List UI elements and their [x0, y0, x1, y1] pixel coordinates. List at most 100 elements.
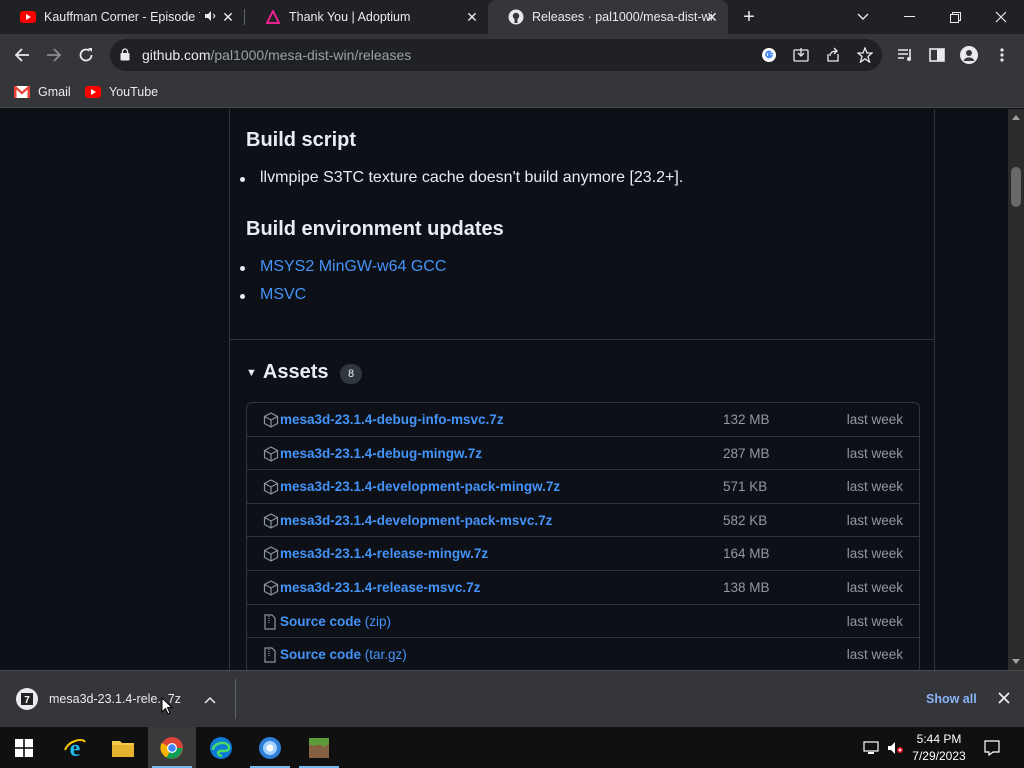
scroll-down-arrow[interactable] [1012, 659, 1020, 664]
show-all-button[interactable]: Show all [926, 692, 977, 706]
address-bar[interactable]: github.com/pal1000/mesa-dist-win/release… [110, 39, 882, 71]
start-button[interactable] [0, 727, 48, 768]
google-lens-icon[interactable] [760, 46, 778, 64]
release-card: Build script llvmpipe S3TC texture cache… [229, 109, 935, 670]
tab-title: Releases · pal1000/mesa-dist-win [532, 10, 712, 24]
bookmark-star-icon[interactable] [856, 46, 874, 64]
package-icon [263, 479, 279, 495]
volume-muted-icon[interactable] [886, 739, 904, 757]
tab-github-releases[interactable]: Releases · pal1000/mesa-dist-win ✕ [488, 0, 728, 34]
clock-time: 5:44 PM [916, 732, 962, 746]
system-clock[interactable]: 5:44 PM 7/29/2023 [908, 731, 970, 765]
asset-link[interactable]: mesa3d-23.1.4-development-pack-mingw.7z [280, 479, 560, 494]
file-zip-icon [263, 613, 279, 630]
tab-adoptium[interactable]: Thank You | Adoptium ✕ [245, 0, 488, 34]
asset-date: last week [846, 445, 903, 461]
reading-list-icon[interactable] [896, 46, 914, 64]
asset-link[interactable]: mesa3d-23.1.4-release-msvc.7z [280, 580, 480, 595]
youtube-icon [20, 9, 36, 25]
env-link-msys2[interactable]: MSYS2 MinGW-w64 GCC [239, 258, 446, 276]
file-explorer-icon[interactable] [99, 727, 147, 768]
asset-link[interactable]: Source code (tar.gz) [280, 647, 407, 662]
youtube-icon [85, 84, 101, 100]
download-item[interactable]: 7 mesa3d-23.1.4-rele...7z [8, 679, 236, 719]
tab-strip: Kauffman Corner - Episode 7 ✕ Thank You … [0, 0, 1024, 34]
minecraft-icon[interactable] [295, 727, 343, 768]
asset-date: last week [846, 546, 903, 562]
edge-icon[interactable] [197, 727, 245, 768]
browser-toolbar: github.com/pal1000/mesa-dist-win/release… [0, 34, 1024, 76]
network-icon[interactable] [862, 739, 880, 757]
lock-icon[interactable] [120, 48, 130, 66]
asset-row: mesa3d-23.1.4-release-msvc.7z 138 MB last … [247, 571, 919, 605]
reload-button[interactable] [73, 42, 99, 68]
close-tab-icon[interactable]: ✕ [704, 9, 720, 25]
internet-explorer-icon[interactable]: e [51, 727, 99, 768]
forward-button[interactable] [41, 42, 67, 68]
section-divider [230, 339, 934, 340]
asset-link[interactable]: mesa3d-23.1.4-debug-info-msvc.7z [280, 412, 504, 427]
asset-row: Source code (zip) last week [247, 605, 919, 639]
svg-text:7: 7 [24, 695, 30, 706]
side-panel-icon[interactable] [928, 46, 946, 64]
asset-size: 138 MB [723, 579, 770, 595]
gmail-icon [14, 84, 30, 100]
tab-youtube[interactable]: Kauffman Corner - Episode 7 ✕ [0, 0, 244, 34]
chrome-taskbar-icon[interactable] [148, 727, 196, 768]
minimize-button[interactable] [886, 0, 932, 34]
page-viewport[interactable]: Build script llvmpipe S3TC texture cache… [0, 109, 1008, 670]
package-icon [263, 445, 279, 462]
adoptium-icon [265, 9, 281, 25]
tab-title: Kauffman Corner - Episode 7 [44, 10, 200, 24]
close-shelf-icon[interactable] [998, 691, 1010, 709]
bookmarks-bar: Gmail YouTube [0, 76, 1024, 108]
app-orb-icon[interactable] [246, 727, 294, 768]
package-icon [263, 412, 279, 428]
scroll-up-arrow[interactable] [1012, 115, 1020, 120]
package-icon [263, 580, 279, 596]
close-tab-icon[interactable]: ✕ [220, 9, 236, 25]
share-icon[interactable] [824, 46, 842, 64]
clock-date: 7/29/2023 [912, 749, 966, 763]
scroll-thumb[interactable] [1011, 167, 1021, 207]
bookmark-gmail[interactable]: Gmail [14, 82, 71, 102]
chevron-up-icon[interactable] [204, 691, 216, 709]
env-link-msvc[interactable]: MSVC [239, 286, 306, 304]
package-icon [263, 513, 279, 529]
kebab-menu-icon[interactable] [993, 46, 1011, 64]
install-app-icon[interactable] [792, 46, 810, 64]
asset-row: mesa3d-23.1.4-release-mingw.7z 164 MB last… [247, 537, 919, 571]
file-zip-icon [263, 647, 279, 663]
asset-row: mesa3d-23.1.4-debug-mingw.7z 287 MB last w… [247, 437, 919, 471]
restore-button[interactable] [932, 0, 978, 34]
asset-row: mesa3d-23.1.4-development-pack-mingw.7z 5… [247, 470, 919, 504]
assets-list: mesa3d-23.1.4-debug-info-msvc.7z 132 MB la… [246, 402, 920, 670]
asset-size: 582 KB [723, 512, 768, 528]
asset-date: last week [846, 613, 903, 629]
new-tab-button[interactable]: + [738, 6, 760, 28]
tab-search-icon[interactable] [840, 0, 886, 34]
assets-toggle[interactable]: ▼ Assets [246, 361, 329, 384]
asset-link[interactable]: mesa3d-23.1.4-release-mingw.7z [280, 546, 488, 561]
bookmark-youtube[interactable]: YouTube [85, 82, 158, 102]
asset-size: 571 KB [723, 479, 768, 495]
github-icon [508, 9, 524, 25]
asset-row: mesa3d-23.1.4-debug-info-msvc.7z 132 MB la… [247, 403, 919, 437]
windows-logo-icon [15, 738, 33, 757]
asset-size: 164 MB [723, 546, 770, 562]
asset-row: mesa3d-23.1.4-development-pack-msvc.7z 58… [247, 504, 919, 538]
asset-link[interactable]: mesa3d-23.1.4-development-pack-msvc.7z [280, 513, 552, 528]
close-window-button[interactable] [978, 0, 1024, 34]
mouse-pointer-icon [161, 696, 174, 720]
asset-link[interactable]: Source code (zip) [280, 614, 391, 629]
notifications-icon[interactable] [983, 739, 1001, 757]
close-tab-icon[interactable]: ✕ [464, 9, 480, 25]
download-shelf: 7 mesa3d-23.1.4-rele...7z Show all [0, 670, 1024, 727]
windows-taskbar: e 5:44 PM 7/29/2023 [0, 727, 1024, 768]
back-button[interactable] [9, 42, 35, 68]
assets-count-badge: 8 [340, 364, 362, 384]
page-scrollbar[interactable] [1008, 109, 1024, 670]
speaker-muted-icon[interactable] [204, 10, 216, 25]
profile-avatar[interactable] [960, 46, 978, 64]
asset-link[interactable]: mesa3d-23.1.4-debug-mingw.7z [280, 446, 482, 461]
